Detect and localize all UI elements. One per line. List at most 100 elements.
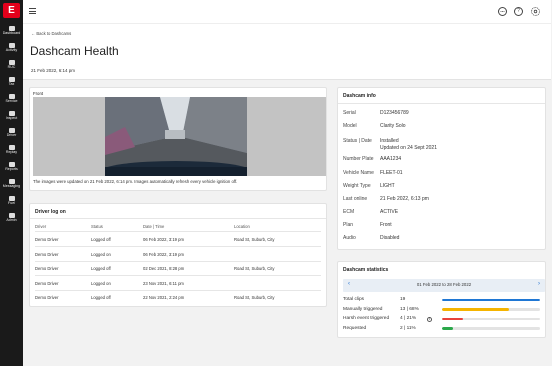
stat-bar-track bbox=[442, 308, 540, 311]
table-cell: 06 Feb 2022, 3:19 pm bbox=[143, 237, 184, 242]
sidebar-item-admin[interactable]: Admin bbox=[0, 213, 23, 230]
table-cell: 22 Nov 2021, 2:24 pm bbox=[143, 295, 185, 300]
stat-bar-fill bbox=[442, 327, 453, 330]
sidebar-item-label: Service bbox=[5, 99, 18, 103]
page-title: Dashcam Health bbox=[30, 44, 119, 58]
table-cell: Logged on bbox=[91, 251, 111, 257]
stat-bar-fill bbox=[442, 298, 540, 301]
driver-log-title: Driver log on bbox=[35, 209, 66, 215]
dashcam-statistics-card: Dashcam statistics ‹ 01 Feb 2022 to 28 F… bbox=[337, 261, 546, 338]
stat-value: 13 | 68% bbox=[400, 306, 419, 312]
info-key: Serial bbox=[343, 110, 356, 116]
dashcam-image[interactable] bbox=[105, 97, 247, 176]
column-header: Date | Time bbox=[143, 224, 165, 229]
table-cell: Road St, Suburb, City bbox=[234, 237, 275, 242]
sidebar-item-fuel[interactable]: Fuel bbox=[0, 196, 23, 213]
sidebar-item-label: RUC bbox=[7, 65, 16, 69]
stat-label: Harsh event triggered bbox=[343, 316, 390, 321]
stat-bar-fill bbox=[442, 317, 463, 320]
date-range-selector: ‹ 01 Feb 2022 to 28 Feb 2022 › bbox=[343, 279, 545, 292]
sidebar-item-label: Activity bbox=[5, 48, 18, 52]
date-range-label: 01 Feb 2022 to 28 Feb 2022 bbox=[416, 282, 472, 287]
row-divider bbox=[35, 260, 321, 262]
stat-bar-track bbox=[442, 317, 540, 320]
sidebar-item-label: Reports bbox=[5, 167, 18, 171]
table-cell: Logged off bbox=[91, 237, 111, 242]
sidebar-item-label: Admin bbox=[6, 218, 17, 222]
top-bar: ? bbox=[23, 0, 551, 23]
sidebar-item-label: Inspect bbox=[5, 116, 18, 120]
sidebar-item-label: Driver bbox=[6, 133, 17, 137]
info-key: Number Plate bbox=[343, 156, 374, 162]
table-cell: Logged on bbox=[91, 280, 111, 286]
table-cell: 06 Feb 2022, 3:19 pm bbox=[143, 251, 184, 257]
info-key: Weight Type bbox=[343, 183, 371, 189]
sidebar-item-label: Tax bbox=[8, 82, 15, 86]
row-divider bbox=[35, 289, 321, 291]
info-value: Installed bbox=[380, 138, 399, 144]
stat-bar-track bbox=[442, 327, 540, 330]
info-value-secondary: Updated on 24 Sept 2021 bbox=[380, 145, 437, 151]
hamburger-icon[interactable] bbox=[29, 8, 36, 14]
page-header: ← Back to Dashcams Dashcam Health 21 Feb… bbox=[23, 23, 551, 80]
stat-label: Requested bbox=[343, 325, 367, 331]
table-cell: 02 Dec 2021, 8:28 pm bbox=[143, 266, 185, 271]
stat-bar-fill bbox=[442, 308, 509, 311]
brand-logo[interactable]: E bbox=[3, 3, 20, 18]
table-cell: Demo Driver bbox=[35, 280, 59, 286]
back-link[interactable]: ← Back to Dashcams bbox=[31, 31, 71, 36]
info-value: D123456789 bbox=[380, 110, 409, 116]
stat-bar-track bbox=[442, 298, 540, 301]
page-date: 21 Feb 2022, 6:14 pm bbox=[31, 68, 76, 73]
sidebar-item-dashboard[interactable]: Dashboard bbox=[0, 26, 23, 43]
info-value: AAA1234 bbox=[380, 156, 402, 162]
camera-card: Front The images were updated on 21 Feb … bbox=[29, 87, 327, 191]
stat-value: 4 | 21% bbox=[400, 316, 417, 321]
info-value: LIGHT bbox=[380, 183, 395, 189]
sidebar-item-inspect[interactable]: Inspect bbox=[0, 111, 23, 128]
stat-label: Manually triggered bbox=[343, 306, 383, 312]
chat-icon[interactable] bbox=[498, 7, 507, 16]
help-icon[interactable]: ? bbox=[514, 7, 523, 16]
sidebar-item-messaging[interactable]: Messaging bbox=[0, 179, 23, 196]
table-cell: Road St, Suburb, City bbox=[234, 295, 275, 300]
stat-label: Total clips bbox=[343, 297, 365, 302]
info-icon[interactable]: i bbox=[427, 316, 432, 322]
info-key: Model bbox=[343, 123, 357, 129]
statistics-title: Dashcam statistics bbox=[343, 267, 389, 273]
sidebar-item-activity[interactable]: Activity bbox=[0, 43, 23, 60]
chevron-right-icon[interactable]: › bbox=[538, 281, 540, 287]
dashcam-info-card: Dashcam info Serial D123456789 Model Clarit… bbox=[337, 87, 546, 250]
gear-icon[interactable] bbox=[531, 7, 540, 16]
table-cell: Demo Driver bbox=[35, 237, 59, 242]
info-value: Front bbox=[380, 222, 392, 228]
info-value: FLEET-01 bbox=[380, 170, 403, 176]
info-key: Vehicle Name bbox=[343, 170, 374, 176]
info-key: ECM bbox=[343, 209, 355, 215]
sidebar-item-reports[interactable]: Reports bbox=[0, 162, 23, 179]
sidebar-item-service[interactable]: Service bbox=[0, 94, 23, 111]
sidebar-item-driver[interactable]: Driver bbox=[0, 128, 23, 145]
info-key: Audio bbox=[343, 235, 356, 241]
stat-value: 19 bbox=[400, 297, 406, 302]
driver-log-card: Driver log on Driver Status Date | Time Loc… bbox=[29, 203, 327, 307]
sidebar-item-replay[interactable]: Replay bbox=[0, 145, 23, 162]
stat-value: 2 | 11% bbox=[400, 325, 416, 331]
sidebar-item-tax[interactable]: Tax bbox=[0, 77, 23, 94]
table-cell: Demo Driver bbox=[35, 295, 59, 300]
info-key: Plan bbox=[343, 222, 354, 228]
sidebar-item-label: Messaging bbox=[2, 184, 21, 188]
sidebar-item-label: Fuel bbox=[8, 201, 15, 205]
sidebar-item-ruc[interactable]: RUC bbox=[0, 60, 23, 77]
dashcam-info-title: Dashcam info bbox=[343, 93, 376, 99]
info-value: Clarity Solo bbox=[380, 123, 406, 129]
column-header: Driver bbox=[35, 224, 47, 229]
info-key: Status | Date bbox=[343, 138, 372, 144]
info-key: Last online bbox=[343, 196, 368, 202]
column-header: Status bbox=[91, 224, 103, 229]
row-divider bbox=[35, 246, 321, 247]
sidebar-item-label: Dashboard bbox=[2, 31, 21, 35]
column-header: Location bbox=[234, 224, 250, 229]
sidebar: E Dashboard Activity RUC Tax Service Inspect D… bbox=[0, 0, 23, 366]
table-cell: Demo Driver bbox=[35, 266, 59, 271]
